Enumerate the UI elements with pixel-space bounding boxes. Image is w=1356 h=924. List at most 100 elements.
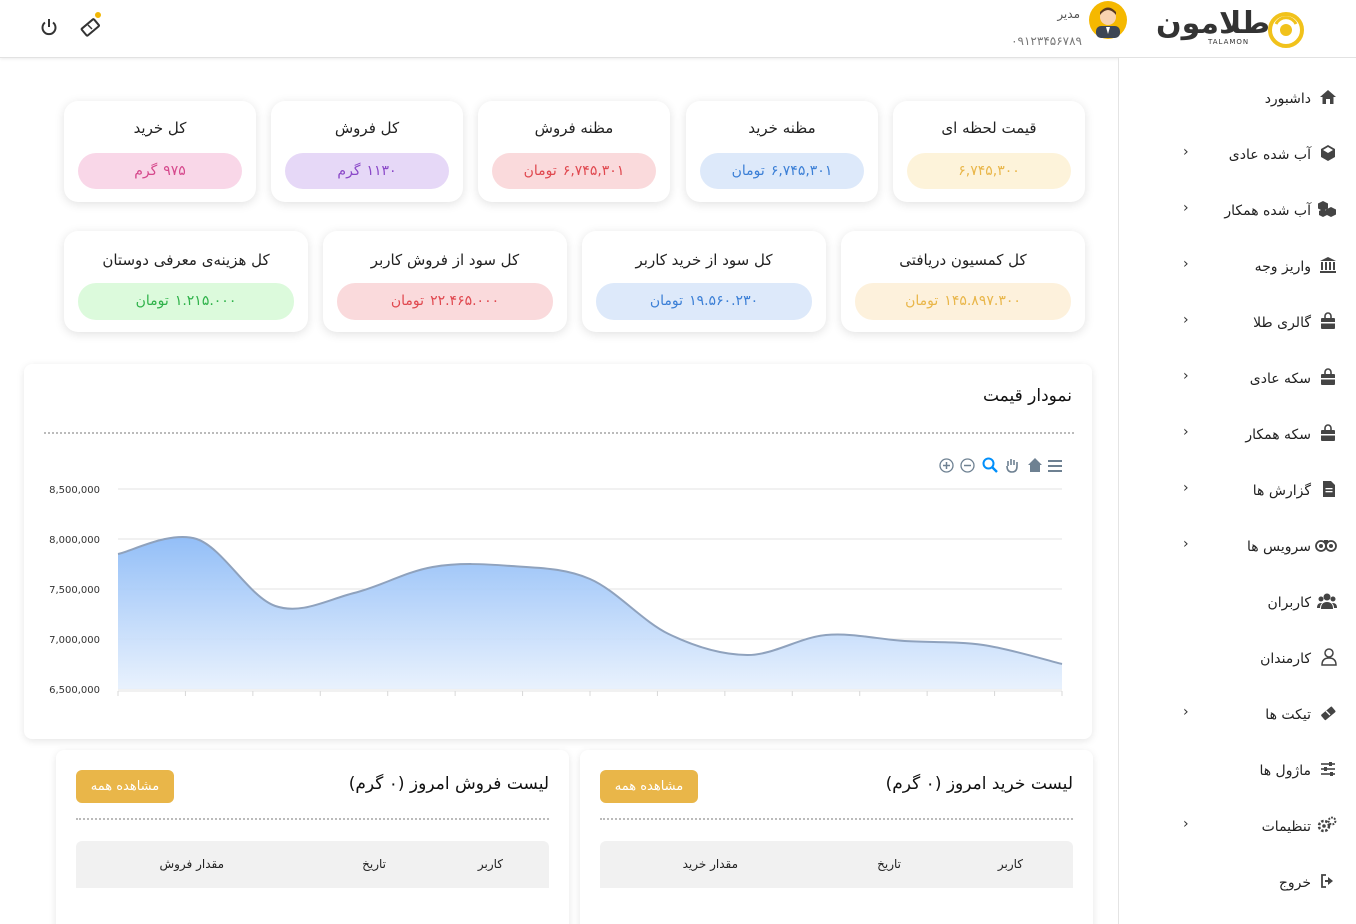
stat-value-unit: تومان xyxy=(523,163,557,179)
sidebar-item-label: سرویس ها xyxy=(1246,539,1311,555)
sidebar-item-12[interactable]: ماژول ها xyxy=(1119,738,1356,794)
stat-card-value: ۱.۲۱۵.۰۰۰ تومان xyxy=(78,283,294,320)
chevron-left-icon: ‹ xyxy=(1183,704,1189,720)
y-tick-label: 7,500,000 xyxy=(49,585,100,596)
stat-value-number: ۶,۷۴۵,۳۰۱ xyxy=(562,163,625,179)
stat-value-unit: گرم xyxy=(337,163,361,179)
chevron-left-icon: ‹ xyxy=(1183,480,1189,496)
sidebar-item-1[interactable]: آب شده عادی ‹ xyxy=(1119,122,1356,178)
brand-logo[interactable]: طلامون TALAMON xyxy=(1155,4,1308,52)
stat-card-title: قیمت لحظه ای xyxy=(941,119,1037,137)
stat-value-number: ۶,۷۴۵,۳۰۰ xyxy=(958,163,1020,179)
sidebar-item-6[interactable]: سکه همکار ‹ xyxy=(1119,402,1356,458)
logout-icon xyxy=(1319,872,1337,890)
stat-value-number: ۱۱۳۰ xyxy=(366,163,397,179)
stat-card-title: کل هزینه‌ی معرفی دوستان xyxy=(102,251,270,269)
sidebar-item-4[interactable]: گالری طلا ‹ xyxy=(1119,290,1356,346)
sidebar: داشبورد آب شده عادی ‹ آب شده همکار ‹ واریز وج… xyxy=(1118,58,1356,924)
sidebar-item-7[interactable]: گزارش ها ‹ xyxy=(1119,458,1356,514)
ticket-icon xyxy=(1319,704,1337,722)
stat-card-value: ۹۷۵ گرم xyxy=(78,153,242,189)
buy-table-header: کاربر تاریخ مقدار خرید xyxy=(600,841,1073,888)
sidebar-item-label: آب شده عادی xyxy=(1228,147,1311,163)
chevron-left-icon: ‹ xyxy=(1183,144,1189,160)
sidebar-item-0[interactable]: داشبورد xyxy=(1119,66,1356,122)
users-icon xyxy=(1317,592,1337,610)
chevron-left-icon: ‹ xyxy=(1183,200,1189,216)
sidebar-item-label: داشبورد xyxy=(1264,91,1311,107)
stat-card-r1-2: مظنه فروش ۶,۷۴۵,۳۰۱ تومان xyxy=(478,101,670,202)
power-icon[interactable] xyxy=(38,16,60,38)
stat-value-unit: تومان xyxy=(731,163,765,179)
sell-view-all-button[interactable]: مشاهده همه xyxy=(76,770,174,803)
stat-card-r1-1: مظنه خرید ۶,۷۴۵,۳۰۱ تومان xyxy=(686,101,878,202)
user-role: مدیر xyxy=(1057,7,1080,21)
bank-icon xyxy=(1319,256,1337,274)
y-tick-label: 8,000,000 xyxy=(49,535,100,546)
y-tick-label: 8,500,000 xyxy=(49,485,100,496)
sidebar-item-11[interactable]: تیکت ها ‹ xyxy=(1119,682,1356,738)
sidebar-item-14[interactable]: خروج xyxy=(1119,850,1356,906)
binoculars-icon xyxy=(1315,536,1337,554)
chevron-left-icon: ‹ xyxy=(1183,256,1189,272)
chevron-left-icon: ‹ xyxy=(1183,424,1189,440)
sidebar-item-label: گزارش ها xyxy=(1252,483,1311,499)
sidebar-item-2[interactable]: آب شده همکار ‹ xyxy=(1119,178,1356,234)
sidebar-item-label: سکه همکار xyxy=(1245,427,1311,443)
bag-icon xyxy=(1319,312,1337,330)
stat-card-title: کل فروش xyxy=(334,119,400,137)
user-phone: ۰۹۱۲۳۴۵۶۷۸۹ xyxy=(1011,34,1082,48)
sidebar-item-label: کاربران xyxy=(1267,595,1311,611)
stat-card-value: ۲۲.۴۶۵.۰۰۰ تومان xyxy=(337,283,553,320)
stat-card-r1-4: کل خرید ۹۷۵ گرم xyxy=(64,101,256,202)
gears-icon xyxy=(1317,816,1337,834)
stat-card-value: ۱۴۵.۸۹۷.۳۰۰ تومان xyxy=(855,283,1071,320)
bag-icon xyxy=(1319,368,1337,386)
buy-view-all-button[interactable]: مشاهده همه xyxy=(600,770,698,803)
sidebar-item-5[interactable]: سکه عادی ‹ xyxy=(1119,346,1356,402)
price-area-chart[interactable]: 8,500,000 8,000,000 7,500,000 7,000,000 6,50… xyxy=(24,364,1092,739)
stat-value-number: ۶,۷۴۵,۳۰۱ xyxy=(770,163,833,179)
stat-card-r2-2: کل سود از فروش کاربر ۲۲.۴۶۵.۰۰۰ تومان xyxy=(323,231,567,332)
stat-value-number: ۱۹.۵۶۰.۲۳۰ xyxy=(689,293,759,309)
sell-list-title: لیست فروش امروز (۰ گرم) xyxy=(348,774,549,794)
stat-card-r2-0: کل کمسیون دریافتی ۱۴۵.۸۹۷.۳۰۰ تومان xyxy=(841,231,1085,332)
stat-value-unit: تومان xyxy=(390,293,425,309)
notification-badge xyxy=(93,10,103,20)
sidebar-item-label: کارمندان xyxy=(1260,651,1311,667)
stat-value-unit: تومان xyxy=(905,293,939,309)
sell-col-user: کاربر xyxy=(477,857,503,871)
stat-value-unit: تومان xyxy=(649,293,684,309)
brand-sub: TALAMON xyxy=(1208,38,1250,46)
bag-icon xyxy=(1319,424,1337,442)
buy-list-title: لیست خرید امروز (۰ گرم) xyxy=(885,774,1073,794)
sidebar-item-3[interactable]: واریز وجه ‹ xyxy=(1119,234,1356,290)
sidebar-item-label: تنظیمات xyxy=(1261,819,1311,835)
brand-name: طلامون xyxy=(1155,6,1270,41)
chevron-left-icon: ‹ xyxy=(1183,368,1189,384)
stat-card-title: کل کمسیون دریافتی xyxy=(899,251,1027,269)
sidebar-item-9[interactable]: کاربران xyxy=(1119,570,1356,626)
sell-list-panel: لیست فروش امروز (۰ گرم) مشاهده همه کاربر… xyxy=(56,750,569,924)
stat-card-value: ۱۱۳۰ گرم xyxy=(285,153,449,189)
user-icon xyxy=(1319,648,1337,666)
document-icon xyxy=(1319,480,1337,498)
chevron-left-icon: ‹ xyxy=(1183,816,1189,832)
boxes-icon xyxy=(1318,200,1337,218)
stat-card-r2-1: کل سود از خرید کاربر ۱۹.۵۶۰.۲۳۰ تومان xyxy=(582,231,826,332)
avatar[interactable] xyxy=(1088,0,1128,40)
sell-col-date: تاریخ xyxy=(362,857,386,871)
sidebar-item-label: تیکت ها xyxy=(1265,707,1311,723)
sidebar-item-8[interactable]: سرویس ها ‹ xyxy=(1119,514,1356,570)
sidebar-item-label: سکه عادی xyxy=(1249,371,1311,387)
stat-value-number: ۹۷۵ xyxy=(163,163,186,179)
stat-card-r1-0: قیمت لحظه ای ۶,۷۴۵,۳۰۰ xyxy=(893,101,1085,202)
logo-ring-icon xyxy=(1266,6,1306,50)
sidebar-item-label: گالری طلا xyxy=(1253,315,1311,331)
stat-card-value: ۶,۷۴۵,۳۰۰ xyxy=(907,153,1071,189)
sidebar-item-label: آب شده همکار xyxy=(1224,203,1311,219)
sidebar-item-13[interactable]: تنظیمات ‹ xyxy=(1119,794,1356,850)
stat-card-r1-3: کل فروش ۱۱۳۰ گرم xyxy=(271,101,463,202)
stat-card-value: ۶,۷۴۵,۳۰۱ تومان xyxy=(700,153,864,189)
sidebar-item-10[interactable]: کارمندان xyxy=(1119,626,1356,682)
